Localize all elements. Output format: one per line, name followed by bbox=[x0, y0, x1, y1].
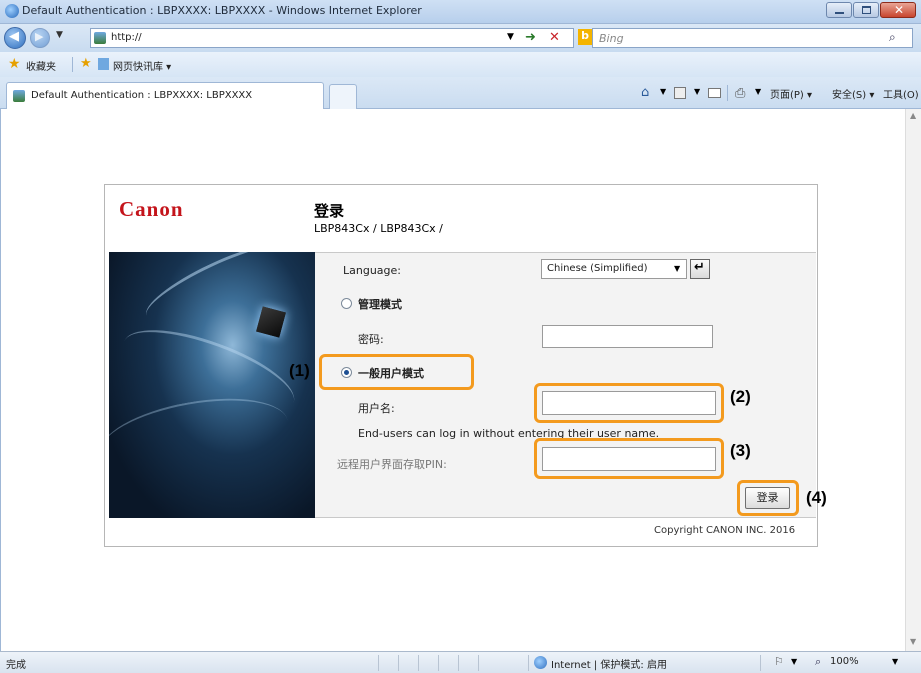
apply-language-button[interactable]: ↵ bbox=[690, 259, 710, 279]
status-divider bbox=[378, 655, 379, 671]
status-divider bbox=[528, 655, 529, 671]
back-arrow-icon: ◀ bbox=[9, 29, 19, 44]
zoom-dropdown-icon[interactable]: ▼ bbox=[892, 657, 898, 666]
minimize-button[interactable] bbox=[826, 2, 852, 18]
maximize-icon bbox=[862, 6, 871, 14]
globe-icon bbox=[534, 656, 547, 669]
page-icon bbox=[94, 32, 106, 44]
status-divider bbox=[458, 655, 459, 671]
security-dropdown-icon[interactable]: ▼ bbox=[791, 657, 797, 666]
callout-2: (2) bbox=[730, 387, 751, 406]
login-button-label: 登录 bbox=[756, 491, 779, 504]
zoom-icon[interactable]: ⌕ bbox=[815, 655, 821, 669]
username-field[interactable] bbox=[542, 391, 716, 415]
address-toolbar: ◀ ▶ ▼ http:// ▼ ➜ ✕ b Bing ⌕ bbox=[0, 24, 921, 52]
tab-label: Default Authentication : LBPXXXX: LBPXXX… bbox=[31, 90, 253, 101]
chevron-down-icon: ▼ bbox=[674, 264, 681, 273]
search-icon[interactable]: ⌕ bbox=[889, 30, 896, 45]
password-field[interactable] bbox=[542, 325, 713, 348]
status-divider bbox=[478, 655, 479, 671]
scroll-down-icon[interactable]: ▼ bbox=[910, 637, 916, 646]
language-value: Chinese (Simplified) bbox=[547, 263, 648, 274]
language-label: Language: bbox=[343, 264, 401, 277]
maximize-button[interactable] bbox=[853, 2, 879, 18]
status-divider bbox=[418, 655, 419, 671]
mail-icon[interactable] bbox=[708, 88, 721, 98]
feeds-icon[interactable] bbox=[674, 87, 686, 99]
tools-menu[interactable]: 工具(O) ▾ bbox=[883, 86, 921, 101]
search-input[interactable]: Bing ⌕ bbox=[592, 28, 913, 48]
pin-field[interactable] bbox=[542, 447, 716, 471]
status-divider bbox=[398, 655, 399, 671]
forward-arrow-icon: ▶ bbox=[35, 30, 44, 43]
callout-3: (3) bbox=[730, 441, 751, 460]
divider bbox=[72, 57, 73, 72]
go-icon[interactable]: ➜ bbox=[525, 30, 536, 45]
url-dropdown-icon[interactable]: ▼ bbox=[507, 32, 514, 42]
decorative-image bbox=[109, 252, 315, 518]
username-label: 用户名: bbox=[358, 402, 395, 415]
admin-mode-radio[interactable] bbox=[341, 298, 352, 309]
tab-page-icon bbox=[13, 90, 25, 102]
search-provider-icon[interactable]: b bbox=[578, 29, 592, 45]
admin-mode-label: 管理模式 bbox=[358, 298, 402, 311]
scroll-up-icon[interactable]: ▲ bbox=[910, 111, 916, 120]
password-label: 密码: bbox=[358, 333, 384, 346]
divider bbox=[727, 85, 728, 101]
status-divider bbox=[760, 655, 761, 671]
history-dropdown-icon[interactable]: ▼ bbox=[56, 30, 63, 40]
window-title: Default Authentication : LBPXXXX: LBPXXX… bbox=[22, 4, 422, 17]
new-tab-button[interactable] bbox=[329, 84, 357, 109]
home-icon[interactable]: ⌂ bbox=[641, 85, 649, 100]
url-text: http:// bbox=[111, 32, 142, 43]
safety-menu[interactable]: 安全(S) ▾ bbox=[832, 86, 874, 101]
status-bar: 完成 Internet | 保护模式: 启用 ⚐ ▼ ⌕ 100% ▼ bbox=[0, 651, 921, 673]
home-dropdown-icon[interactable]: ▼ bbox=[660, 87, 666, 96]
security-icon[interactable]: ⚐ bbox=[774, 655, 784, 668]
cube-shape bbox=[256, 306, 286, 338]
zoom-level[interactable]: 100% bbox=[830, 656, 859, 667]
stop-icon[interactable]: ✕ bbox=[549, 30, 560, 45]
tab-default-authentication[interactable]: Default Authentication : LBPXXXX: LBPXXX… bbox=[6, 82, 324, 109]
page-menu[interactable]: 页面(P) ▾ bbox=[770, 86, 812, 101]
favorites-star-icon: ★ bbox=[8, 56, 21, 72]
feeds-dropdown-icon[interactable]: ▼ bbox=[694, 87, 700, 96]
callout-4: (4) bbox=[806, 488, 827, 507]
close-icon: ✕ bbox=[894, 3, 905, 17]
add-favorite-icon[interactable]: ★ bbox=[80, 56, 92, 71]
web-slice-gallery-button[interactable]: 网页快讯库 ▾ bbox=[113, 58, 171, 73]
back-button[interactable]: ◀ bbox=[4, 27, 26, 49]
zone-text[interactable]: Internet | 保护模式: 启用 bbox=[551, 656, 667, 671]
language-select[interactable]: Chinese (Simplified) ▼ bbox=[541, 259, 687, 279]
print-dropdown-icon[interactable]: ▼ bbox=[755, 87, 761, 96]
web-slice-icon bbox=[98, 58, 109, 70]
print-icon[interactable]: ⎙ bbox=[735, 86, 745, 101]
copyright-text: Copyright CANON INC. 2016 bbox=[654, 525, 796, 536]
login-button[interactable]: 登录 bbox=[745, 487, 790, 509]
minimize-icon bbox=[835, 12, 844, 14]
ie-logo-icon bbox=[5, 4, 19, 18]
search-placeholder: Bing bbox=[599, 32, 624, 45]
forward-button[interactable]: ▶ bbox=[30, 28, 50, 48]
radio-dot bbox=[344, 370, 349, 375]
callout-1: (1) bbox=[289, 361, 310, 380]
user-mode-radio[interactable] bbox=[341, 367, 352, 378]
close-button[interactable]: ✕ bbox=[880, 2, 916, 18]
status-text: 完成 bbox=[6, 660, 26, 671]
title-bar: Default Authentication : LBPXXXX: LBPXXX… bbox=[0, 0, 921, 24]
canon-logo: Canon bbox=[119, 197, 184, 221]
status-divider bbox=[438, 655, 439, 671]
user-mode-label: 一般用户模式 bbox=[358, 367, 424, 380]
printer-model: LBP843Cx / LBP843Cx / bbox=[314, 222, 443, 235]
vertical-scrollbar[interactable]: ▲ ▼ bbox=[905, 109, 921, 651]
url-field[interactable]: http:// ▼ ➜ ✕ bbox=[90, 28, 574, 48]
favorites-button[interactable]: 收藏夹 bbox=[26, 58, 56, 73]
pin-label: 远程用户界面存取PIN: bbox=[337, 458, 447, 471]
favorites-bar: ★ 收藏夹 ★ 网页快讯库 ▾ bbox=[0, 52, 921, 77]
page-title: 登录 bbox=[314, 202, 345, 220]
enter-arrow-icon: ↵ bbox=[694, 260, 705, 275]
tab-bar: Default Authentication : LBPXXXX: LBPXXX… bbox=[0, 77, 921, 109]
